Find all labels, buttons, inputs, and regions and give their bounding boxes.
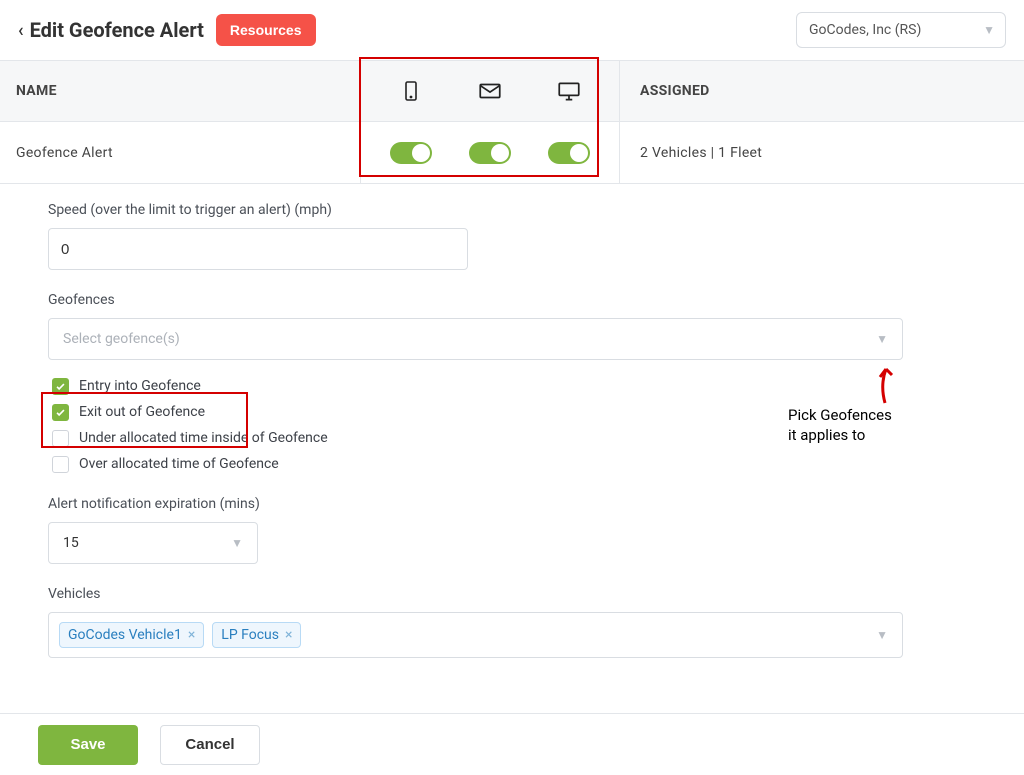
vehicle-chip[interactable]: LP Focus × [212,622,301,648]
label-geofences: Geofences [48,292,976,308]
alert-name: Geofence Alert [0,145,360,161]
speed-input[interactable] [48,228,468,270]
resources-button[interactable]: Resources [216,14,316,46]
mobile-icon [398,78,424,104]
organization-selected-label: GoCodes, Inc (RS) [809,22,921,38]
chevron-down-icon: ▼ [983,23,995,37]
column-header-assigned: ASSIGNED [620,83,1024,99]
remove-chip-icon[interactable]: × [188,627,195,643]
expiry-select[interactable]: 15 ▼ [48,522,258,564]
assigned-summary: 2 Vehicles | 1 Fleet [620,145,1024,161]
vehicle-chip[interactable]: GoCodes Vehicle1 × [59,622,204,648]
vehicle-chip-label: LP Focus [221,627,279,643]
email-icon [477,78,503,104]
organization-select[interactable]: GoCodes, Inc (RS) ▼ [796,12,1006,48]
toggle-desktop[interactable] [548,142,590,164]
save-button[interactable]: Save [38,725,138,765]
desktop-icon [556,78,582,104]
expiry-value: 15 [63,535,79,551]
toggle-mobile[interactable] [390,142,432,164]
label-under: Under allocated time inside of Geofence [79,430,328,446]
checkbox-over[interactable] [52,456,69,473]
chevron-down-icon: ▼ [876,332,888,346]
label-over: Over allocated time of Geofence [79,456,279,472]
label-speed: Speed (over the limit to trigger an aler… [48,202,976,218]
label-vehicles: Vehicles [48,586,976,602]
label-exit: Exit out of Geofence [79,404,205,420]
chevron-down-icon: ▼ [231,536,243,550]
cancel-button[interactable]: Cancel [160,725,260,765]
geofences-select[interactable]: Select geofence(s) ▼ [48,318,903,360]
vehicle-chip-label: GoCodes Vehicle1 [68,627,182,643]
label-expiry: Alert notification expiration (mins) [48,496,976,512]
geofences-placeholder: Select geofence(s) [63,331,180,347]
column-header-name: NAME [0,83,360,99]
checkbox-exit[interactable] [52,404,69,421]
back-button[interactable]: ‹ [12,20,30,41]
checkbox-entry[interactable] [52,378,69,395]
remove-chip-icon[interactable]: × [285,627,292,643]
checkbox-under[interactable] [52,430,69,447]
label-entry: Entry into Geofence [79,378,201,394]
page-title: Edit Geofence Alert [30,18,204,42]
chevron-down-icon: ▼ [876,628,888,642]
vehicles-select[interactable]: GoCodes Vehicle1 × LP Focus × ▼ [48,612,903,658]
toggle-email[interactable] [469,142,511,164]
